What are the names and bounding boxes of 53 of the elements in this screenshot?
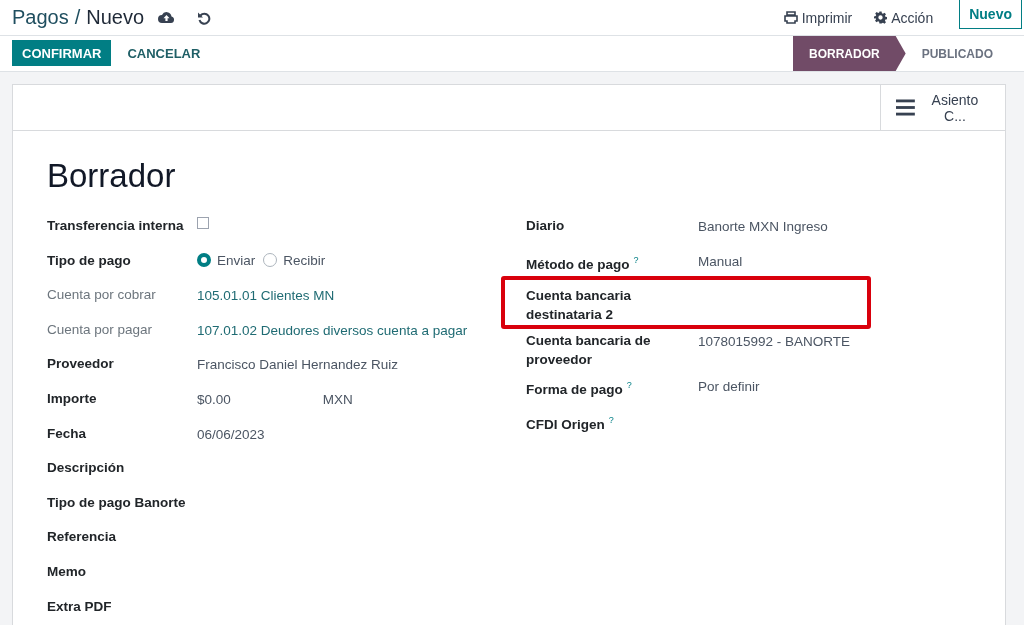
field-label: Método de pago (526, 256, 630, 272)
radio-label: Enviar (217, 251, 256, 270)
help-mark: ? (633, 255, 639, 265)
amount-value: $0.00 (197, 390, 231, 409)
field-value: Por definir (698, 378, 760, 396)
gear-icon (874, 11, 888, 24)
radio-button[interactable] (197, 253, 211, 268)
field-label: Cuenta bancaria destinataria 2 (526, 288, 632, 322)
field-label: Memo (47, 562, 87, 581)
field-label: Cuenta por pagar (47, 320, 154, 339)
help-mark: ? (626, 380, 632, 390)
account-link[interactable]: 105.01.01 Clientes MN (197, 278, 335, 306)
cloud-upload-icon[interactable] (158, 11, 176, 24)
status-step[interactable]: BORRADOR (793, 36, 906, 71)
radio-label: Recibir (283, 251, 326, 270)
list-icon (896, 99, 915, 116)
account-link[interactable]: 107.01.02 Deudores diversos cuenta a pagar (197, 312, 468, 340)
field-value: 1078015992 - BANORTE (698, 333, 851, 351)
field-label: Diario (526, 218, 565, 233)
help-mark: ? (608, 415, 614, 425)
printer-icon (783, 11, 798, 24)
record-title: Borrador (47, 157, 177, 195)
breadcrumb-link[interactable]: Pagos (12, 6, 69, 29)
field-label: Importe (47, 389, 98, 408)
print-menu-button[interactable]: Imprimir (783, 9, 853, 26)
action-menu-button[interactable]: Acción (874, 9, 934, 26)
checkbox[interactable] (197, 217, 209, 229)
field-value: 06/06/2023 (197, 425, 265, 444)
status-step[interactable]: PUBLICADO (905, 36, 1005, 71)
breadcrumb-current: Nuevo (86, 6, 145, 29)
new-button[interactable]: Nuevo (959, 0, 1022, 29)
breadcrumb-separator: / (74, 6, 81, 29)
field-label: Tipo de pago (47, 251, 132, 270)
radio-option[interactable]: Enviar (197, 250, 256, 270)
field-label: Referencia (47, 528, 118, 547)
field-label: Cuenta por cobrar (47, 286, 157, 305)
field-value: Francisco Daniel Hernandez Ruiz (197, 356, 399, 375)
field-value: Manual (698, 253, 743, 271)
confirm-button[interactable]: CONFIRMAR (12, 40, 112, 66)
field-label: Transferencia interna (47, 217, 185, 235)
cancel-button[interactable]: CANCELAR (117, 40, 211, 66)
radio-option[interactable]: Recibir (263, 250, 326, 270)
field-label: Descripción (47, 459, 126, 478)
currency-value: MXN (322, 390, 353, 409)
field-label: Extra PDF (47, 597, 113, 616)
undo-icon[interactable] (197, 10, 212, 25)
field-label: Proveedor (47, 355, 115, 374)
field-label: Forma de pago (526, 381, 623, 397)
field-label: Tipo de pago Banorte (47, 493, 187, 512)
field-label: CFDI Origen (526, 416, 605, 432)
field-label: Cuenta bancaria de proveedor (526, 333, 651, 367)
field-label: Fecha (47, 424, 88, 443)
field-value: Banorte MXN Ingreso (698, 218, 828, 236)
